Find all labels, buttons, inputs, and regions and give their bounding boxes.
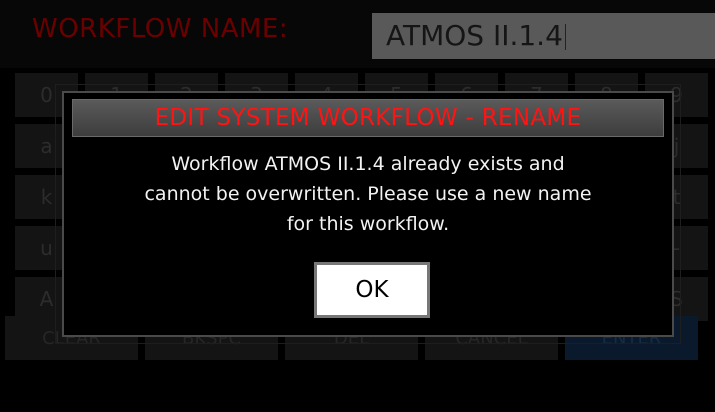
dialog-message-line: Workflow ATMOS II.1.4 already exists and [171,153,565,175]
text-cursor [564,24,566,50]
ok-button[interactable]: OK [314,262,430,318]
dialog-message-line: for this workflow. [286,213,450,235]
workflow-name-input[interactable]: ATMOS II.1.4 [372,13,715,59]
workflow-name-label: WORKFLOW NAME: [32,14,289,44]
dialog-message: Workflow ATMOS II.1.4 already exists and… [76,149,660,239]
rename-error-dialog: EDIT SYSTEM WORKFLOW - RENAME Workflow A… [62,91,674,337]
dialog-message-line: cannot be overwritten. Please use a new … [144,183,592,205]
workflow-name-value: ATMOS II.1.4 [386,19,563,52]
dialog-title: EDIT SYSTEM WORKFLOW - RENAME [72,99,664,137]
